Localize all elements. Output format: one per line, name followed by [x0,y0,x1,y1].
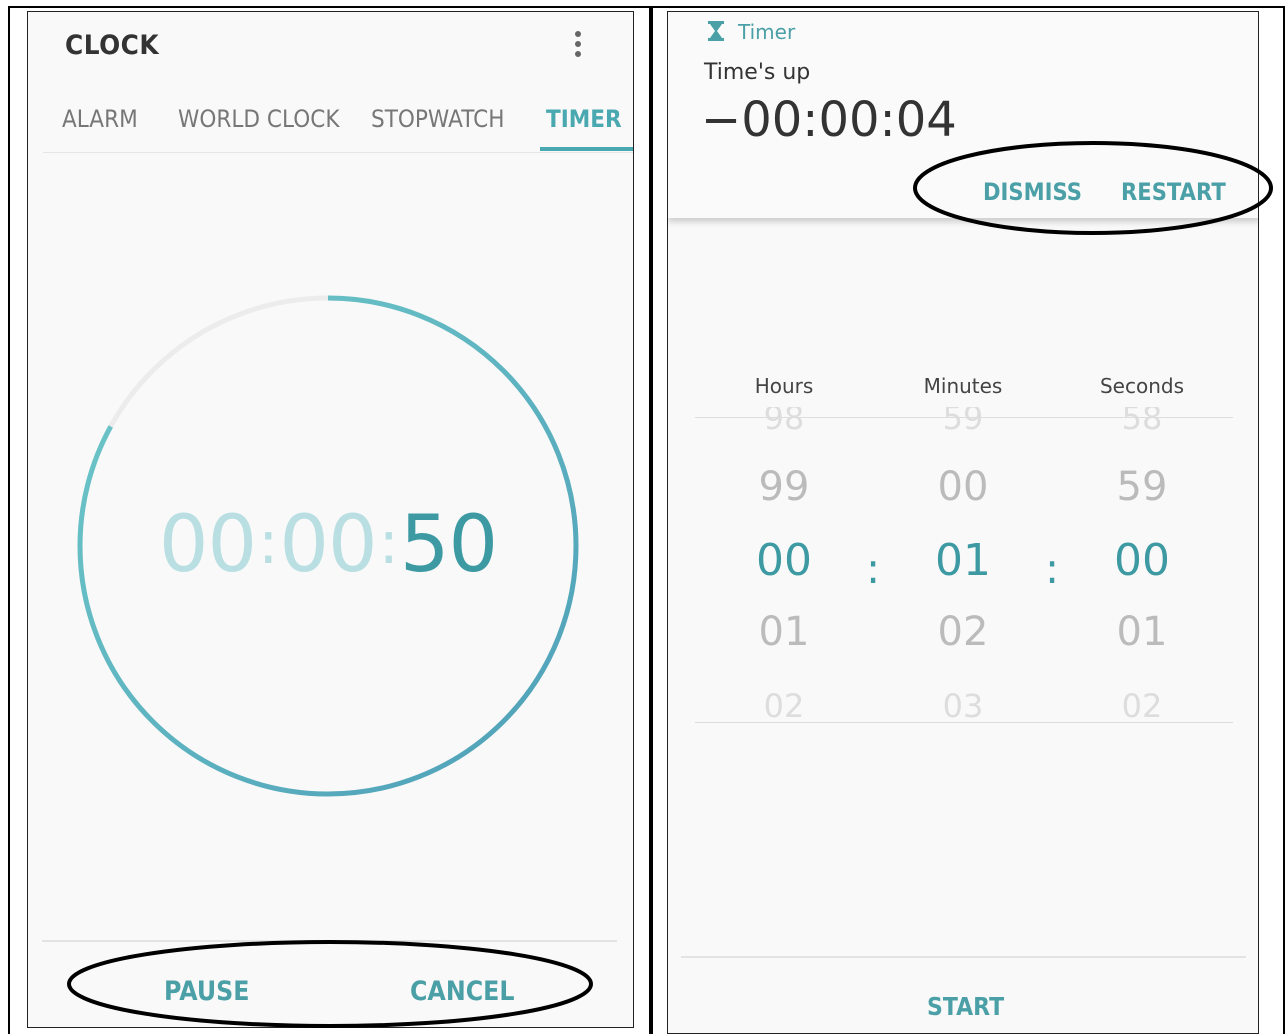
restart-button[interactable]: RESTART [1121,178,1226,206]
hourglass-icon [708,21,724,41]
timer-display: 00:00:50 [28,500,628,590]
picker-value: 98 [763,407,805,437]
pause-button[interactable]: PAUSE [164,976,250,1007]
picker-value: 99 [758,464,810,510]
picker-separator: : [866,544,881,593]
minutes-header: Minutes [923,374,1003,398]
tab-stopwatch[interactable]: STOPWATCH [371,105,504,133]
picker-value: 02 [1121,687,1163,725]
divider [42,940,617,942]
timer-separator: : [378,508,399,578]
tab-timer[interactable]: TIMER [546,105,622,133]
timer-separator: : [258,508,278,578]
timer-notification-screen: Timer Time's up −00:00:04 DISMISS RESTAR… [667,11,1259,1034]
picker-separator: : [1045,544,1060,593]
notification-app-name: Timer [738,20,796,44]
picker-value: 00 [937,464,989,510]
app-title: CLOCK [65,30,160,61]
dismiss-button[interactable]: DISMISS [983,178,1082,206]
clock-timer-screen: CLOCK ALARM WORLD CLOCK STOPWATCH TIMER … [27,11,634,1028]
picker-selected-value: 00 [756,535,812,586]
seconds-picker[interactable]: 58 59 00 01 02 [1072,407,1212,725]
picker-selected-value: 00 [1114,535,1170,586]
overtime-display: −00:00:04 [701,92,957,148]
hours-picker[interactable]: 98 99 00 01 02 [714,407,854,725]
minutes-picker[interactable]: 59 00 01 02 03 [893,407,1033,725]
picker-value: 01 [758,609,810,655]
hours-header: Hours [754,374,814,398]
divider [681,956,1246,958]
cancel-button[interactable]: CANCEL [410,976,515,1007]
picker-value: 59 [1116,464,1168,510]
picker-value: 03 [942,687,984,725]
tab-world-clock[interactable]: WORLD CLOCK [178,105,339,133]
seconds-header: Seconds [1099,374,1185,398]
start-button[interactable]: START [927,992,1004,1021]
more-vert-icon[interactable] [568,28,588,62]
picker-value: 01 [1116,609,1168,655]
picker-value: 58 [1121,407,1163,437]
picker-value: 02 [937,609,989,655]
timer-seconds: 50 [399,500,498,590]
picker-value: 59 [942,407,984,437]
tab-bar: ALARM WORLD CLOCK STOPWATCH TIMER [43,97,633,153]
timer-hours: 00 [158,500,257,590]
timer-minutes: 00 [279,500,377,590]
tab-alarm[interactable]: ALARM [62,105,138,133]
active-tab-indicator [540,147,633,151]
notification-title: Time's up [704,60,811,85]
timer-notification: Timer Time's up −00:00:04 DISMISS RESTAR… [668,12,1258,218]
picker-value: 02 [763,687,805,725]
picker-selected-value: 01 [935,535,991,586]
